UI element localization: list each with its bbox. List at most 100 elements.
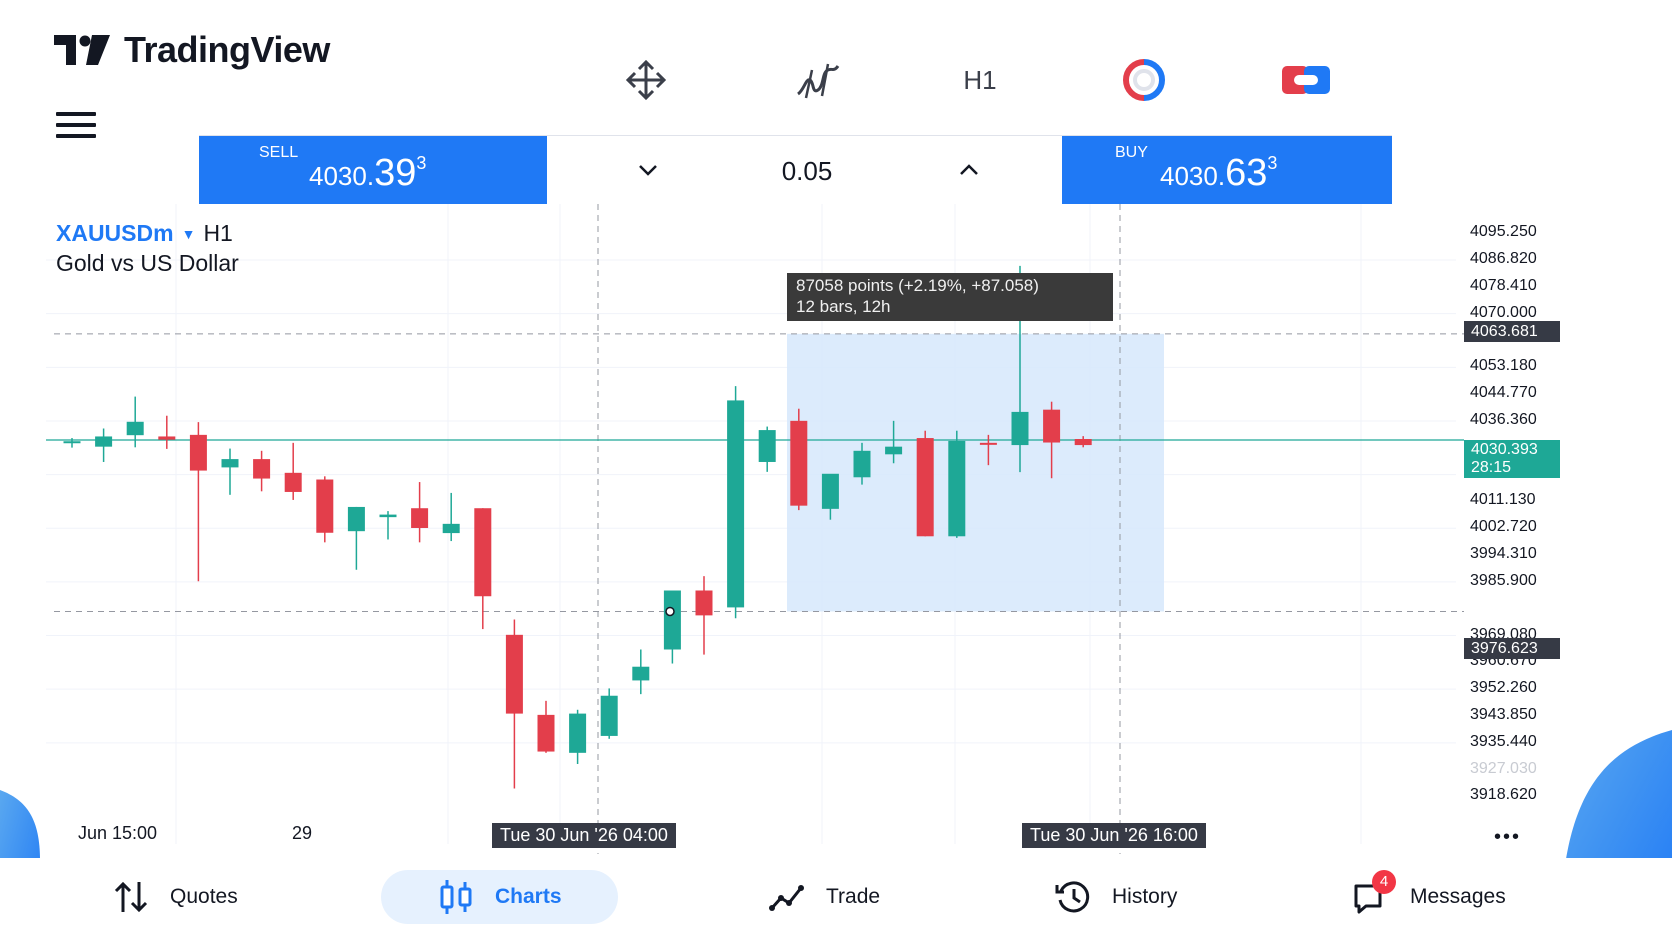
current-price-value: 4030.393 bbox=[1471, 441, 1538, 458]
price-tick-label: 3985.900 bbox=[1470, 571, 1537, 589]
price-tick-label: 4095.250 bbox=[1470, 223, 1537, 241]
hamburger-menu-button[interactable] bbox=[56, 112, 96, 142]
measure-anchor-point bbox=[665, 606, 675, 617]
buy-button[interactable]: BUY 4030.633 bbox=[1062, 136, 1392, 204]
candle-body bbox=[505, 634, 523, 714]
candle-body bbox=[379, 514, 397, 518]
candle-body bbox=[569, 713, 587, 753]
indicator-ring-button[interactable] bbox=[1120, 58, 1168, 102]
candle-body bbox=[821, 473, 839, 509]
candle-body bbox=[442, 523, 460, 534]
price-tick-label: 4036.360 bbox=[1470, 410, 1537, 428]
candle-body bbox=[347, 506, 365, 532]
buy-price-main: 4030. bbox=[1160, 161, 1226, 191]
sell-button[interactable]: SELL 4030.393 bbox=[199, 136, 547, 204]
candle-body bbox=[221, 459, 239, 468]
candle-body bbox=[727, 400, 745, 608]
symbol-header[interactable]: XAUUSDm ▼ H1 bbox=[56, 220, 233, 247]
candle-body bbox=[632, 666, 650, 681]
nav-charts[interactable]: Charts bbox=[381, 870, 618, 924]
price-tick-label: 3935.440 bbox=[1470, 732, 1537, 750]
app-root: TradingView H1 SELL 4030.393 0.05 BUY 40… bbox=[0, 0, 1672, 941]
candle-body bbox=[885, 446, 903, 455]
more-options-dots[interactable]: ••• bbox=[1494, 826, 1521, 849]
quantity-decrease-button[interactable] bbox=[628, 154, 668, 186]
history-clock-icon bbox=[1055, 881, 1090, 913]
price-tick-label: 4044.770 bbox=[1470, 384, 1537, 402]
move-arrows-icon bbox=[625, 59, 667, 101]
price-tag-upper: 4063.681 bbox=[1464, 321, 1560, 342]
measure-line-2: 12 bars, 12h bbox=[796, 297, 891, 316]
tradingview-logo-icon bbox=[54, 35, 110, 65]
time-axis-label: Jun 15:00 bbox=[78, 823, 158, 843]
toggle-icon bbox=[1282, 66, 1330, 94]
trade-bar: SELL 4030.393 0.05 BUY 4030.633 bbox=[199, 135, 1392, 205]
candle-body bbox=[1043, 409, 1061, 443]
timeframe-button[interactable]: H1 bbox=[950, 58, 1010, 102]
current-price-tag: 4030.393 28:15 bbox=[1464, 440, 1560, 478]
candle-body bbox=[189, 434, 207, 471]
candle-body bbox=[284, 472, 302, 492]
measure-tooltip: 87058 points (+2.19%, +87.058) 12 bars, … bbox=[787, 273, 1113, 321]
nav-messages[interactable]: 4 Messages bbox=[1352, 870, 1506, 924]
price-tick-label: 4078.410 bbox=[1470, 276, 1537, 294]
price-tick-label: 4053.180 bbox=[1470, 357, 1537, 375]
price-tick-label: 4011.130 bbox=[1470, 491, 1536, 509]
candle-body bbox=[411, 508, 429, 528]
price-tick-label: 3994.310 bbox=[1470, 545, 1537, 563]
symbol-name[interactable]: XAUUSDm bbox=[56, 220, 174, 247]
indicators-icon bbox=[797, 63, 840, 99]
price-tick-label: 3952.260 bbox=[1470, 679, 1537, 697]
nav-quotes[interactable]: Quotes bbox=[112, 870, 238, 924]
nav-trade[interactable]: Trade bbox=[768, 870, 880, 924]
candle-body bbox=[1074, 439, 1092, 446]
indicators-button[interactable] bbox=[794, 58, 842, 102]
sell-label: SELL bbox=[259, 144, 299, 161]
chevron-up-icon bbox=[960, 164, 978, 175]
measure-range-box bbox=[787, 333, 1164, 612]
quantity-value[interactable]: 0.05 bbox=[747, 156, 867, 187]
time-axis-label: 29 bbox=[292, 823, 313, 843]
price-tick-label: 4086.820 bbox=[1470, 250, 1537, 268]
menu-bar bbox=[56, 123, 96, 127]
nav-quotes-label: Quotes bbox=[170, 885, 238, 908]
candle-body bbox=[758, 430, 776, 462]
sell-price-main: 4030. bbox=[309, 161, 375, 191]
sell-price: 4030.393 bbox=[309, 152, 426, 195]
price-tick-label: 4070.000 bbox=[1470, 303, 1537, 321]
candle-body bbox=[916, 438, 934, 537]
messages-icon-wrap: 4 bbox=[1352, 870, 1396, 916]
nav-messages-label: Messages bbox=[1410, 885, 1506, 908]
price-tick-label: 3943.850 bbox=[1470, 705, 1537, 723]
candle-body bbox=[316, 479, 334, 533]
nav-history[interactable]: History bbox=[1054, 870, 1177, 924]
tradingview-logo: TradingView bbox=[54, 28, 330, 72]
menu-bar bbox=[56, 134, 96, 138]
buy-label: BUY bbox=[1115, 144, 1148, 161]
price-tick-label: 3927.030 bbox=[1470, 759, 1537, 777]
candle-body bbox=[158, 436, 176, 440]
candle-body bbox=[853, 450, 871, 478]
buy-price-sup: 3 bbox=[1267, 153, 1278, 173]
price-tick-label: 4002.720 bbox=[1470, 518, 1537, 536]
quantity-increase-button[interactable] bbox=[949, 154, 989, 186]
trend-line-icon bbox=[769, 885, 804, 911]
candle-body bbox=[126, 421, 144, 436]
one-click-trading-toggle[interactable] bbox=[1280, 58, 1332, 102]
bottom-navigation: Quotes Charts Trade History 4 Messages bbox=[0, 858, 1672, 941]
sort-arrows-icon bbox=[114, 881, 148, 913]
sell-price-big: 39 bbox=[374, 152, 417, 194]
nav-charts-label: Charts bbox=[495, 885, 562, 908]
candles-icon bbox=[440, 880, 472, 914]
candle-body bbox=[63, 441, 81, 444]
buy-price-big: 63 bbox=[1225, 152, 1268, 194]
time-tag-start: Tue 30 Jun '26 04:00 bbox=[492, 823, 676, 848]
candle-body bbox=[695, 590, 713, 616]
move-tool-button[interactable] bbox=[622, 58, 670, 102]
candle-body bbox=[790, 420, 808, 506]
candle-body bbox=[537, 714, 555, 752]
candle-body bbox=[979, 442, 997, 445]
price-tag-lower: 3976.623 bbox=[1464, 638, 1560, 659]
time-tag-end: Tue 30 Jun '26 16:00 bbox=[1022, 823, 1206, 848]
symbol-dropdown-icon[interactable]: ▼ bbox=[182, 226, 196, 242]
